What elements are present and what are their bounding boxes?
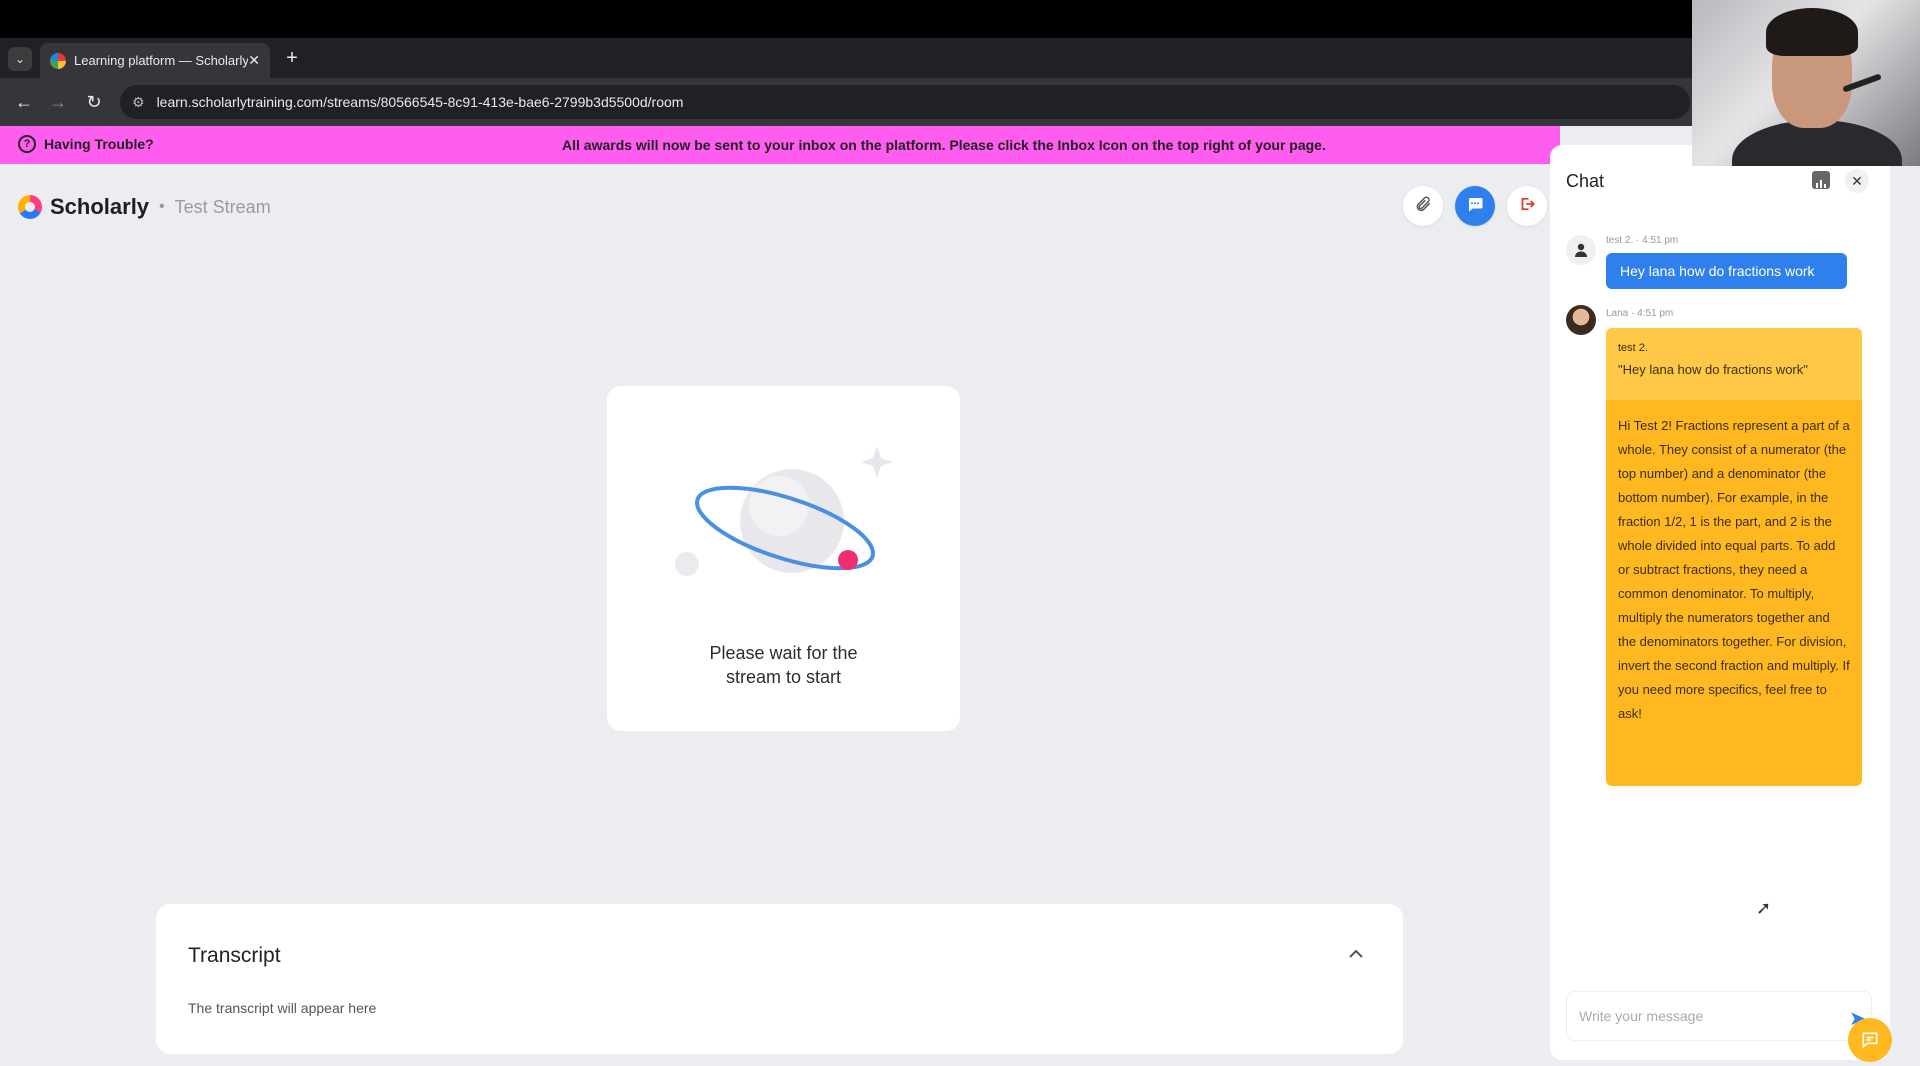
tab-title: Learning platform — Scholarly	[74, 53, 249, 68]
close-icon[interactable]: ✕	[1845, 169, 1869, 193]
chat-bubble-icon	[1466, 195, 1484, 218]
browser-tab[interactable]: Learning platform — Scholarly ✕	[40, 43, 270, 78]
url-text: learn.scholarlytraining.com/streams/8056…	[156, 94, 684, 110]
ai-message-bubble: test 2. "Hey lana how do fractions work"…	[1606, 328, 1862, 786]
paperclip-icon	[1414, 195, 1432, 218]
bar-chart-icon[interactable]	[1812, 171, 1830, 189]
chat-toggle-button[interactable]	[1455, 186, 1495, 226]
new-tab-icon[interactable]: +	[280, 46, 304, 70]
transcript-title: Transcript	[188, 944, 281, 967]
chat-panel: Chat ✕ test 2. · 4:51 pm Hey lana how do…	[1550, 145, 1890, 1060]
planet-illustration	[667, 436, 907, 586]
exit-icon	[1518, 195, 1536, 218]
leave-stream-button[interactable]	[1507, 186, 1547, 226]
address-bar[interactable]: ⚙ learn.scholarlytraining.com/streams/80…	[120, 85, 1690, 119]
transcript-empty-text: The transcript will appear here	[188, 1000, 377, 1016]
webcam-overlay	[1692, 0, 1920, 166]
user-message-bubble: Hey lana how do fractions work	[1606, 253, 1847, 289]
browser-tab-bar: ⌄ Learning platform — Scholarly ✕ +	[0, 38, 1920, 78]
user-avatar-icon	[1566, 235, 1596, 265]
having-trouble-label: Having Trouble?	[44, 136, 154, 152]
app-header-brand: Scholarly • Test Stream	[18, 194, 271, 220]
transcript-panel: Transcript The transcript will appear he…	[156, 904, 1403, 1054]
inbox-fab-icon[interactable]	[1848, 1018, 1892, 1062]
tab-favicon-icon	[50, 52, 66, 69]
lana-avatar	[1566, 305, 1596, 335]
webcam-hair	[1766, 8, 1858, 56]
waiting-card: Please wait for the stream to start	[607, 386, 960, 731]
reload-icon[interactable]: ↻	[82, 90, 106, 114]
chat-input-box[interactable]: ➤	[1566, 991, 1872, 1041]
back-arrow-icon[interactable]: ←	[12, 90, 36, 114]
tab-close-icon[interactable]: ✕	[248, 52, 260, 69]
help-circle-icon: ?	[18, 135, 36, 153]
having-trouble-link[interactable]: ? Having Trouble?	[18, 135, 154, 153]
quoted-message: test 2. "Hey lana how do fractions work"	[1606, 328, 1862, 400]
stream-name: Test Stream	[174, 196, 271, 217]
banner-message: All awards will now be sent to your inbo…	[562, 137, 1326, 153]
browser-nav-bar: ← → ↻ ⚙ learn.scholarlytraining.com/stre…	[0, 78, 1920, 126]
chat-title: Chat	[1566, 171, 1605, 191]
tab-search-dropdown-icon[interactable]: ⌄	[8, 47, 32, 71]
quoted-author: test 2.	[1618, 342, 1648, 354]
chevron-up-icon[interactable]	[1349, 946, 1363, 962]
screen-top-strip	[0, 0, 1920, 38]
quoted-text: "Hey lana how do fractions work"	[1618, 362, 1808, 377]
message-meta: Lana · 4:51 pm	[1606, 308, 1674, 319]
forward-arrow-icon[interactable]: →	[46, 90, 70, 114]
ai-reply-text: Hi Test 2! Fractions represent a part of…	[1618, 418, 1850, 721]
notice-banner: ? Having Trouble? All awards will now be…	[0, 126, 1560, 164]
waiting-message: Please wait for the stream to start	[709, 643, 858, 687]
mouse-cursor-icon: ➚	[1756, 898, 1772, 918]
scholarly-logo-icon	[18, 195, 42, 219]
brand-separator: •	[159, 198, 165, 215]
message-input[interactable]	[1579, 1008, 1829, 1024]
brand-name: Scholarly	[50, 194, 150, 219]
attach-button[interactable]	[1403, 186, 1443, 226]
site-settings-icon[interactable]: ⚙	[132, 94, 145, 111]
message-meta: test 2. · 4:51 pm	[1606, 235, 1679, 246]
